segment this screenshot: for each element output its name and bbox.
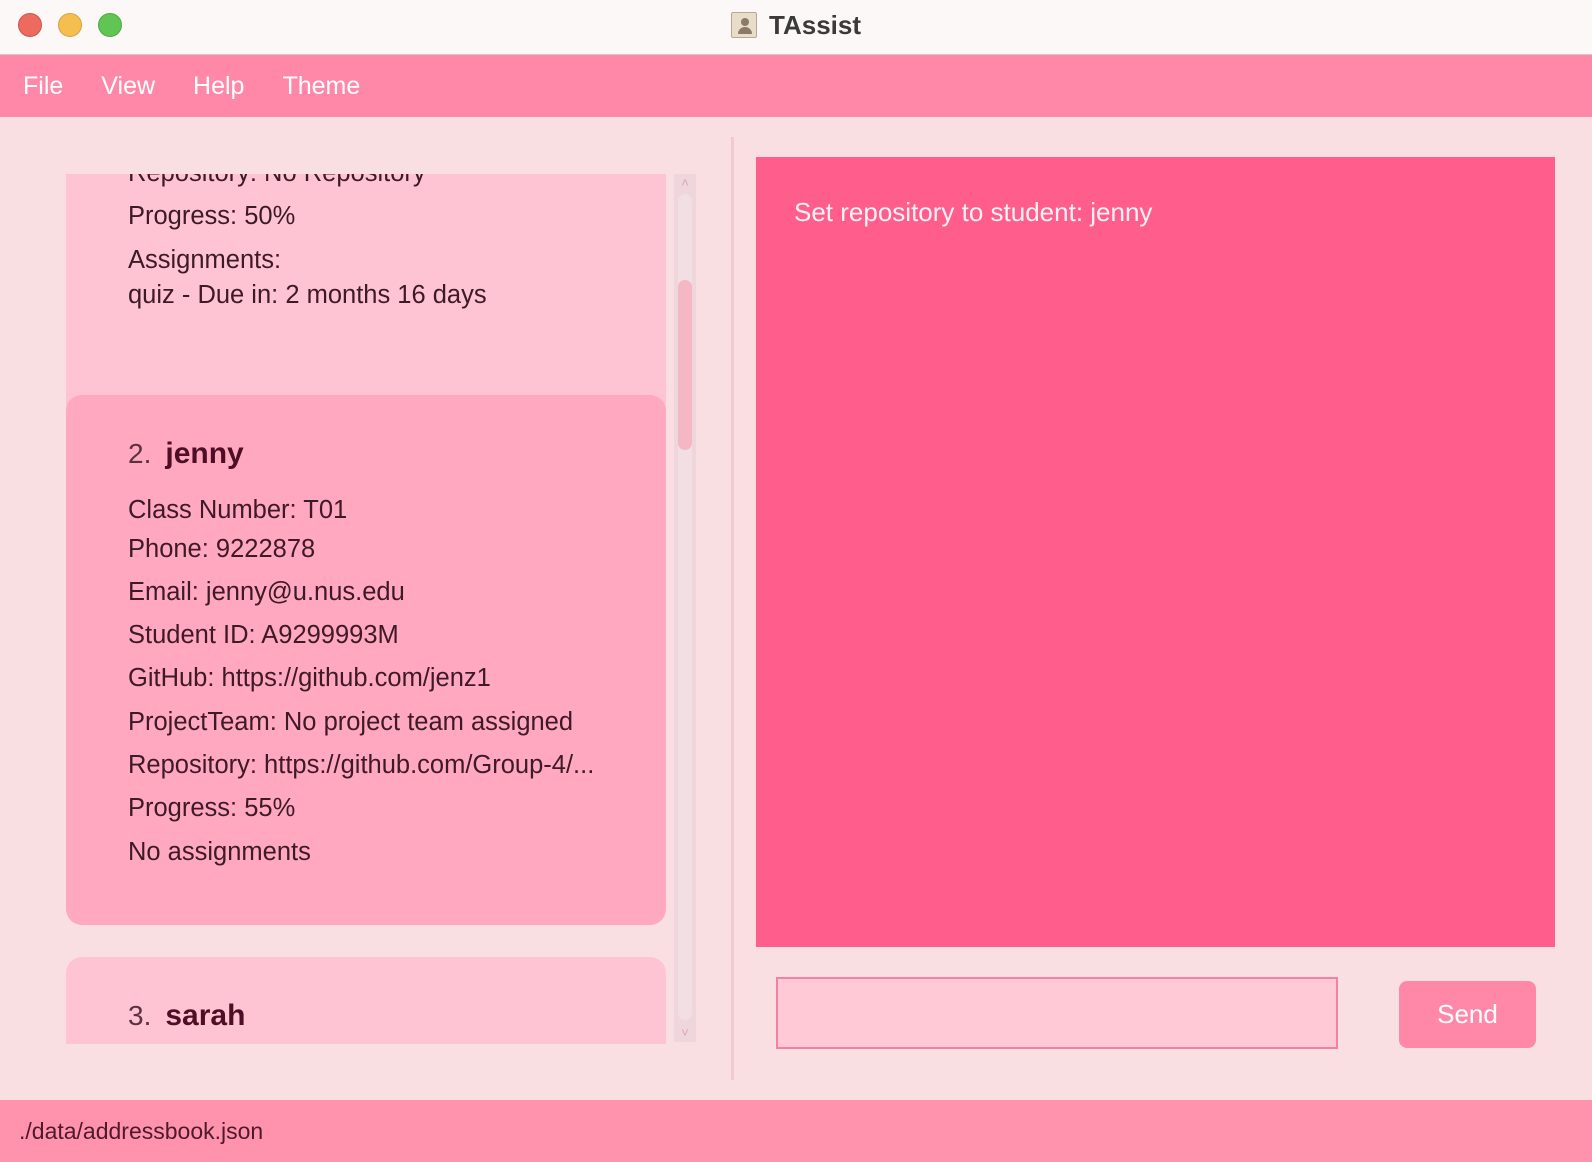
phone-field: Phone: 9222878 xyxy=(128,535,316,563)
repository-field: Repository: https://github.com/Group-4/.… xyxy=(128,751,595,779)
menu-bar: File View Help Theme xyxy=(0,55,1592,117)
student-card-selected[interactable]: 2. jenny Class Number: T01 Phone: 922287… xyxy=(66,395,666,925)
menu-theme[interactable]: Theme xyxy=(282,72,360,101)
result-message: Set repository to student: jenny xyxy=(794,197,1153,227)
card-header: 3. sarah xyxy=(128,999,245,1033)
student-name: jenny xyxy=(165,437,244,470)
scroll-down-icon[interactable]: ˅ xyxy=(674,1024,696,1042)
result-display: Set repository to student: jenny xyxy=(756,157,1555,947)
student-index: 2. xyxy=(128,438,152,469)
student-card[interactable]: 3. sarah xyxy=(66,957,666,1044)
student-list[interactable]: Repository: No Repository Progress: 50% … xyxy=(66,174,666,1044)
email-field: Email: jenny@u.nus.edu xyxy=(128,578,405,606)
menu-view[interactable]: View xyxy=(101,72,155,101)
progress-field: Progress: 50% xyxy=(128,202,296,230)
split-pane-divider[interactable] xyxy=(731,137,734,1080)
status-bar: ./data/addressbook.json xyxy=(0,1100,1592,1162)
student-id-field: Student ID: A9299993M xyxy=(128,621,399,649)
menu-help[interactable]: Help xyxy=(193,72,244,101)
project-team-field: ProjectTeam: No project team assigned xyxy=(128,708,574,736)
scroll-thumb[interactable] xyxy=(678,280,692,450)
repository-field: Repository: No Repository xyxy=(128,174,426,188)
github-field: GitHub: https://github.com/jenz1 xyxy=(128,664,491,692)
assignments-field: No assignments xyxy=(128,838,311,866)
window-title-group: TAssist xyxy=(0,0,1592,50)
card-header: 2. jenny xyxy=(128,437,244,471)
list-scrollbar[interactable]: ˄ ˅ xyxy=(674,174,696,1042)
save-file-path: ./data/addressbook.json xyxy=(19,1117,264,1144)
address-book-icon xyxy=(731,12,757,38)
send-button[interactable]: Send xyxy=(1399,981,1536,1048)
student-name: sarah xyxy=(165,999,246,1032)
student-index: 3. xyxy=(128,1000,152,1031)
assignment-item: quiz - Due in: 2 months 16 days xyxy=(128,281,487,309)
class-number-field: Class Number: T01 xyxy=(128,496,348,524)
command-input[interactable] xyxy=(776,977,1338,1049)
assignments-label: Assignments: xyxy=(128,246,282,274)
scroll-up-icon[interactable]: ˄ xyxy=(674,174,696,192)
progress-field: Progress: 55% xyxy=(128,794,296,822)
title-bar[interactable]: TAssist xyxy=(0,0,1592,55)
menu-file[interactable]: File xyxy=(23,72,63,101)
app-window: TAssist File View Help Theme Repository:… xyxy=(0,0,1592,1162)
window-title: TAssist xyxy=(769,9,861,40)
